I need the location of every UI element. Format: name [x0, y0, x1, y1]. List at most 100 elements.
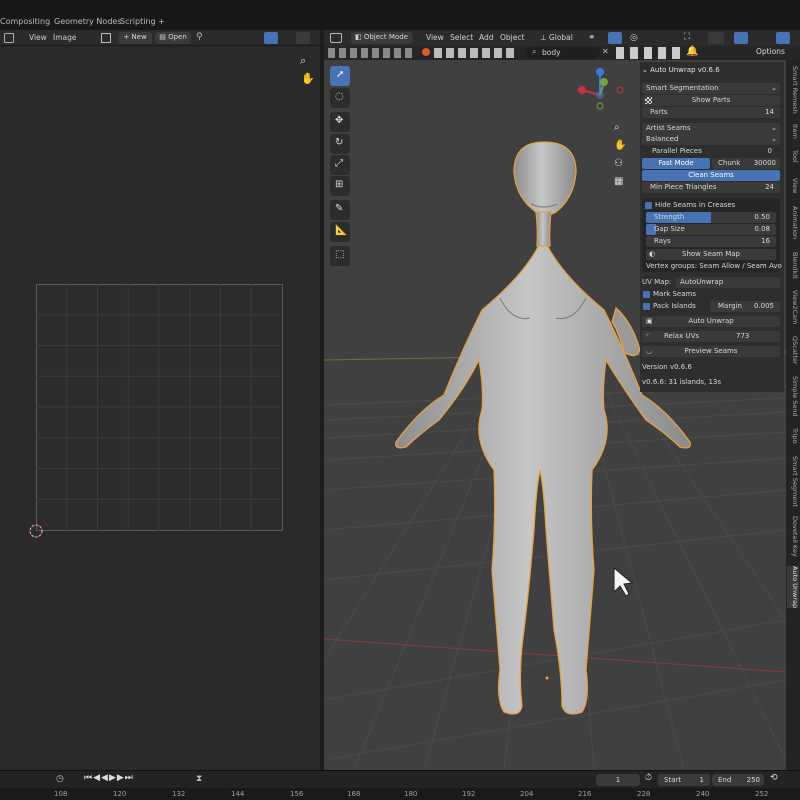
sidebar-tab-item[interactable]: Item — [787, 124, 799, 139]
keyframe-icon[interactable]: ⧗ — [196, 774, 202, 784]
hide-seams-checkbox[interactable]: Hide Seams in Creases — [642, 200, 780, 211]
camera-view-icon[interactable]: ⚇ — [614, 158, 623, 169]
sidebar-tab-simple-send[interactable]: Simple Send — [787, 376, 799, 417]
audio-icon[interactable]: ⟲ — [770, 773, 778, 783]
visibility-icon[interactable]: ⛶ — [684, 32, 690, 42]
hand-pan-icon[interactable]: ✋ — [301, 72, 315, 85]
sidebar-tab-tripo[interactable]: Tripo — [787, 428, 799, 444]
new-image-button[interactable]: + New — [118, 32, 152, 44]
seam-mode-dropdown[interactable]: Artist Seams ⌄ — [642, 123, 780, 134]
sidebar-tab-blendkit[interactable]: Blendkit — [787, 252, 799, 279]
uv-editor-canvas[interactable]: ⌕ ✋ — [0, 46, 320, 770]
filter-icons[interactable] — [616, 47, 686, 59]
ruler-number: 228 — [637, 790, 651, 798]
sidebar-tab-auto-unwrap[interactable]: Auto Unwrap — [787, 566, 799, 609]
material-icon[interactable] — [422, 48, 430, 56]
strength-slider[interactable]: Strength 0.50 — [646, 212, 776, 223]
sidebar-tab-view2cam[interactable]: View2Cam — [787, 290, 799, 324]
sidebar-tab-dovetail-key[interactable]: Dovetail Key — [787, 516, 799, 557]
playback-menu-icon[interactable]: ◷ — [56, 774, 64, 784]
clear-search-icon[interactable]: ✕ — [602, 47, 609, 56]
auto-unwrap-button[interactable]: ▣ Auto Unwrap — [642, 316, 780, 327]
move-tool[interactable]: ✥ — [330, 112, 350, 132]
orientation-dropdown[interactable]: ⊥ Global — [540, 33, 573, 42]
menu-select[interactable]: Select — [450, 33, 473, 42]
sidebar-tab-animation[interactable]: Animation — [787, 206, 799, 239]
pan-view-icon[interactable]: ✋ — [614, 140, 626, 151]
parts-field[interactable]: Parts 14 — [642, 107, 780, 118]
pivot-icon[interactable]: ⚭ — [588, 33, 596, 43]
tab-compositing[interactable]: Compositing — [0, 17, 50, 26]
tab-geometry-nodes[interactable]: Geometry Nodes — [54, 17, 121, 26]
menu-image[interactable]: Image — [53, 33, 77, 42]
segmentation-dropdown[interactable]: Smart Segmentation ⌄ — [642, 83, 780, 94]
uv-map-field[interactable]: AutoUnwrap — [676, 277, 780, 288]
mark-seams-checkbox[interactable]: Mark Seams — [642, 289, 780, 300]
tab-scripting[interactable]: Scripting — [120, 17, 156, 26]
sidebar-tab-tool[interactable]: Tool — [787, 150, 799, 163]
panel-header[interactable]: ⌄ Auto Unwrap v0.6.6 — [642, 65, 780, 76]
select-modes-icon[interactable] — [328, 48, 412, 58]
pack-islands-checkbox[interactable]: Pack Islands Margin 0.005 — [642, 301, 780, 312]
stopwatch-icon[interactable]: ⏱ — [645, 773, 652, 783]
ortho-toggle-icon[interactable]: ▦ — [614, 176, 623, 187]
gizmo-toggle-icon[interactable] — [708, 32, 724, 44]
margin-field[interactable]: Margin 0.005 — [710, 301, 780, 312]
measure-tool[interactable]: 📐 — [330, 222, 350, 242]
add-workspace-button[interactable]: + — [158, 17, 165, 26]
quality-dropdown[interactable]: Balanced ⌄ — [642, 134, 780, 145]
xray-toggle-icon[interactable] — [776, 32, 790, 44]
preview-icon: ◡ — [646, 347, 653, 355]
transform-tool[interactable]: ⊞ — [330, 176, 350, 196]
uv-sync-icon[interactable] — [264, 32, 278, 44]
cursor-arrow-icon: ➚ — [336, 69, 345, 80]
add-cube-tool[interactable]: ⬚ — [330, 246, 350, 266]
mode-dropdown[interactable]: ◧ Object Mode — [351, 32, 413, 44]
search-input[interactable]: body — [526, 47, 600, 59]
scale-tool[interactable]: ⤢ — [330, 155, 350, 175]
clean-seams-button[interactable]: Clean Seams — [642, 170, 780, 181]
pin-icon[interactable]: ⚲ — [196, 32, 203, 42]
annotate-tool[interactable]: ✎ — [330, 200, 350, 220]
sidebar-tab-smart-segment[interactable]: Smart Segment — [787, 456, 799, 507]
proportional-edit-icon[interactable]: ◎ — [630, 33, 638, 43]
image-browse-icon[interactable] — [101, 33, 111, 43]
warning-bell-icon[interactable]: 🔔 — [686, 46, 698, 57]
chunk-field[interactable]: Chunk 30000 — [712, 158, 780, 169]
options-dropdown[interactable]: Options — [756, 47, 785, 56]
editor-type-icon[interactable] — [330, 33, 342, 43]
menu-view[interactable]: View — [426, 33, 444, 42]
snap-icon[interactable] — [608, 32, 622, 44]
menu-object[interactable]: Object — [500, 33, 524, 42]
open-image-button[interactable]: ▤ Open — [155, 32, 191, 44]
min-piece-field[interactable]: Min Piece Triangles 24 — [642, 182, 780, 193]
rays-field[interactable]: Rays 16 — [646, 236, 776, 247]
relax-uvs-row[interactable]: ◜ Relax UVs 773 — [642, 331, 780, 342]
sidebar-tab-view[interactable]: View — [787, 178, 799, 193]
overlay-toggle-icon[interactable] — [734, 32, 748, 44]
sidebar-tab-qscatter[interactable]: QScatter — [787, 336, 799, 365]
start-frame-field[interactable]: Start 1 — [658, 774, 710, 786]
current-frame-field[interactable]: 1 — [596, 774, 640, 786]
uv-select-mode-icon[interactable] — [296, 32, 310, 44]
end-frame-field[interactable]: End 250 — [712, 774, 764, 786]
parallel-pieces-field[interactable]: Parallel Pieces 0 — [642, 146, 780, 157]
rotate-tool[interactable]: ↻ — [330, 134, 350, 154]
editor-type-icon[interactable] — [4, 33, 14, 43]
select-box-tool[interactable]: ➚ — [330, 66, 350, 86]
zoom-view-icon[interactable]: ⌕ — [614, 122, 620, 133]
playback-controls-icon[interactable]: ⏮◀◀▶▶⏭ — [84, 773, 134, 783]
2d-cursor-icon[interactable] — [28, 523, 44, 539]
menu-add[interactable]: Add — [479, 33, 494, 42]
preview-seams-button[interactable]: ◡ Preview Seams — [642, 346, 780, 357]
sidebar-tab-smart-remesh[interactable]: Smart Remesh — [787, 66, 799, 114]
chevron-down-icon: ⌄ — [771, 84, 777, 92]
gap-size-slider[interactable]: Gap Size 0.08 — [646, 224, 776, 235]
zoom-icon[interactable]: ⌕ — [300, 54, 306, 68]
fast-mode-toggle[interactable]: Fast Mode — [642, 158, 710, 169]
menu-view[interactable]: View — [29, 33, 47, 42]
show-parts-button[interactable]: Show Parts — [642, 95, 780, 106]
shading-tools-icon[interactable] — [434, 48, 516, 58]
cursor-tool[interactable]: ◌ — [330, 88, 350, 108]
show-seam-map-button[interactable]: ◐ Show Seam Map — [646, 249, 776, 260]
